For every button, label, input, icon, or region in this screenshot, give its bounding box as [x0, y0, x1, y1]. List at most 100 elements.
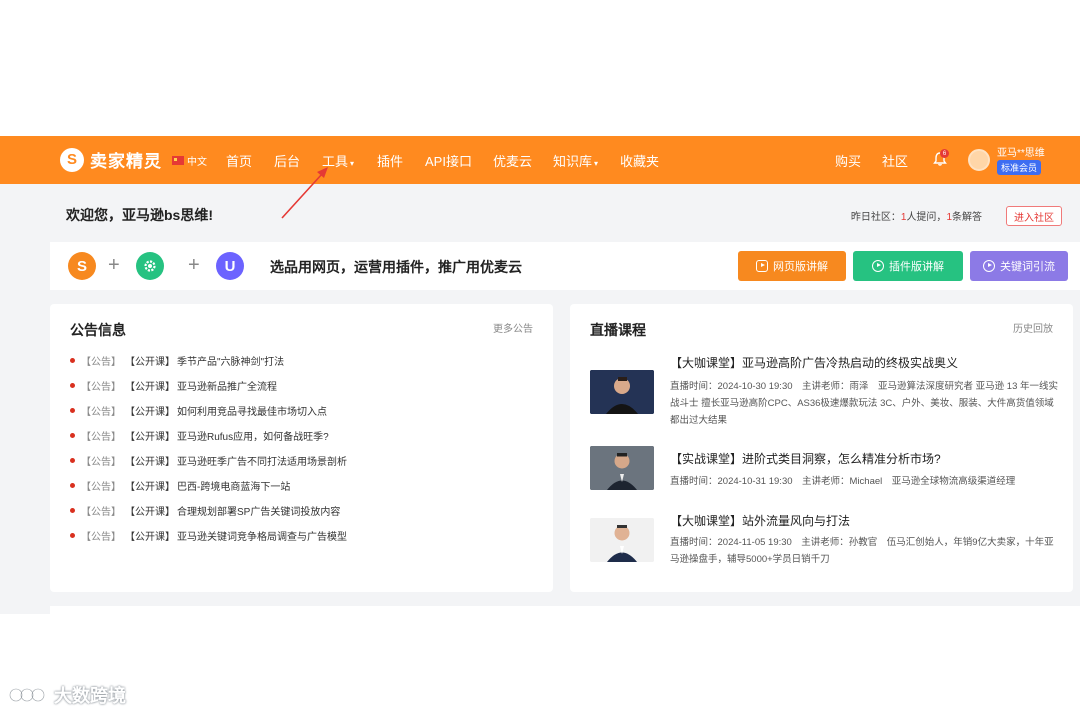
lecturer-photo	[590, 446, 654, 490]
bullet-icon	[70, 458, 75, 463]
announcement-tag: 【公告】	[81, 357, 121, 368]
nav-item-buy[interactable]: 购买	[835, 151, 861, 170]
top-nav: S 卖家精灵 中文 首页 后台 工具 ▾ 插件 API接口 优麦云 知识库 ▾ 收藏…	[0, 136, 1080, 184]
announcement-text: 季节产品"六脉神剑"打法	[177, 357, 285, 368]
play-circle-icon	[983, 260, 995, 272]
keyword-traffic-label: 关键词引流	[1000, 261, 1055, 273]
announcement-category: 【公开课】	[125, 482, 175, 493]
china-flag-icon	[172, 156, 184, 165]
bottom-panel-edge	[50, 606, 1080, 614]
plugin-gear-icon	[136, 252, 164, 280]
announcement-tag: 【公告】	[81, 432, 121, 443]
list-item[interactable]: 【公告】 【公开课】 巴西-跨境电商蓝海下一站	[70, 473, 347, 498]
language-switch[interactable]: 中文	[172, 153, 207, 168]
course-item[interactable]: 【大咖课堂】亚马逊高阶广告冷热启动的终极实战奥义 直播时间：2024-10-30…	[590, 354, 1058, 434]
membership-badge: 标准会员	[997, 160, 1042, 175]
welcome-text: 欢迎您，亚马逊bs思维!	[66, 207, 213, 223]
plus-icon: +	[108, 254, 120, 276]
user-name[interactable]: 亚马**思维	[997, 144, 1045, 159]
announcements-card: 公告信息 更多公告 【公告】 【公开课】 季节产品"六脉神剑"打法 【公告】 【公开课…	[50, 304, 553, 592]
bullet-icon	[70, 383, 75, 388]
plugin-tutorial-button[interactable]: 插件版讲解	[853, 251, 963, 281]
announcement-list: 【公告】 【公开课】 季节产品"六脉神剑"打法 【公告】 【公开课】 亚马逊新品推广全流…	[70, 348, 347, 548]
community-stats-label: 昨日社区：	[850, 212, 901, 223]
person-photo-icon	[590, 518, 654, 562]
screenshot-region: S 卖家精灵 中文 首页 后台 工具 ▾ 插件 API接口 优麦云 知识库 ▾ 收藏…	[0, 136, 1080, 614]
announcement-text: 亚马逊Rufus应用，如何备战旺季?	[177, 432, 329, 443]
announcement-text: 亚马逊旺季广告不同打法适用场景剖析	[177, 457, 347, 468]
nav-item-favorites[interactable]: 收藏夹	[620, 151, 659, 170]
list-item[interactable]: 【公告】 【公开课】 合理规划部署SP广告关键词投放内容	[70, 498, 347, 523]
list-item[interactable]: 【公告】 【公开课】 亚马逊新品推广全流程	[70, 373, 347, 398]
course-meta: 直播时间：2024-11-05 19:30 主讲老师：孙教官 伍马汇创始人，年销…	[670, 537, 1054, 565]
course-title: 【大咖课堂】亚马逊高阶广告冷热启动的终极实战奥义	[670, 356, 959, 370]
live-courses-card: 直播课程 历史回放 【大咖课堂】亚马逊高阶广告冷热启动的终极实战奥义 直播时间：…	[570, 304, 1073, 592]
announcement-text: 亚马逊新品推广全流程	[177, 382, 277, 393]
live-courses-title: 直播课程	[590, 322, 646, 338]
announcement-text: 亚马逊关键词竞争格局调查与广告模型	[177, 532, 347, 543]
announcement-category: 【公开课】	[125, 507, 175, 518]
gear-icon	[144, 260, 156, 272]
announcement-text: 如何利用竞品寻找最佳市场切入点	[177, 407, 327, 418]
watermark-text: 大数跨境	[54, 686, 126, 706]
more-announcements-link[interactable]: 更多公告	[493, 320, 533, 335]
logo-icon: S	[60, 147, 84, 172]
course-title: 【实战课堂】进阶式类目洞察，怎么精准分析市场?	[670, 452, 941, 466]
chevron-down-icon: ▾	[350, 159, 355, 168]
page: S 卖家精灵 中文 首页 后台 工具 ▾ 插件 API接口 优麦云 知识库 ▾ 收藏…	[0, 0, 1080, 718]
nav-item-community[interactable]: 社区	[882, 151, 908, 170]
course-item[interactable]: 【大咖课堂】站外流量风向与打法 直播时间：2024-11-05 19:30 主讲…	[590, 512, 1054, 582]
keyword-traffic-button[interactable]: 关键词引流	[970, 251, 1068, 281]
enter-community-button[interactable]: 进入社区	[1006, 206, 1062, 226]
list-item[interactable]: 【公告】 【公开课】 亚马逊Rufus应用，如何备战旺季?	[70, 423, 347, 448]
nav-item-backend[interactable]: 后台	[274, 151, 300, 170]
course-title: 【大咖课堂】站外流量风向与打法	[670, 514, 851, 528]
lecturer-photo	[590, 370, 654, 414]
list-item[interactable]: 【公告】 【公开课】 亚马逊旺季广告不同打法适用场景剖析	[70, 448, 347, 473]
announcement-tag: 【公告】	[81, 382, 121, 393]
play-circle-icon	[872, 260, 884, 272]
welcome-bar: 欢迎您，亚马逊bs思维! 昨日社区：1人提问，1条解答 进入社区	[50, 192, 1070, 238]
plus-icon: +	[188, 254, 200, 276]
history-replay-link[interactable]: 历史回放	[1013, 320, 1053, 335]
course-meta: 直播时间：2024-10-30 19:30 主讲老师：雨泽 亚马逊算法深度研究者…	[670, 381, 1058, 426]
web-tutorial-button[interactable]: 网页版讲解	[738, 251, 846, 281]
announcement-category: 【公开课】	[125, 532, 175, 543]
tools-bar: S + + U 选品用网页，运营用插件，推广用优麦云 网页版讲解 插件版讲解 关…	[50, 242, 1080, 290]
bullet-icon	[70, 408, 75, 413]
nav-item-youmaiyun[interactable]: 优麦云	[493, 151, 532, 170]
language-label: 中文	[187, 157, 207, 168]
announcements-title: 公告信息	[70, 322, 126, 338]
nav-item-knowledge[interactable]: 知识库 ▾	[553, 151, 598, 170]
web-tutorial-label: 网页版讲解	[773, 261, 828, 273]
logo[interactable]: S 卖家精灵	[60, 147, 162, 172]
list-item[interactable]: 【公告】 【公开课】 亚马逊关键词竞争格局调查与广告模型	[70, 523, 347, 548]
announcement-category: 【公开课】	[125, 457, 175, 468]
lecturer-photo	[590, 518, 654, 562]
bullet-icon	[70, 433, 75, 438]
bullet-icon	[70, 508, 75, 513]
watermark-logo-icon	[8, 687, 46, 703]
sellersprite-logo-icon: S	[68, 252, 96, 280]
nav-item-plugin[interactable]: 插件	[377, 151, 403, 170]
list-item[interactable]: 【公告】 【公开课】 季节产品"六脉神剑"打法	[70, 348, 347, 373]
person-photo-icon	[590, 370, 654, 414]
course-item[interactable]: 【实战课堂】进阶式类目洞察，怎么精准分析市场? 直播时间：2024-10-31 …	[590, 446, 1040, 496]
tools-slogan: 选品用网页，运营用插件，推广用优麦云	[270, 259, 522, 275]
nav-item-api[interactable]: API接口	[425, 151, 472, 170]
chevron-down-icon: ▾	[594, 159, 599, 168]
announcement-category: 【公开课】	[125, 382, 175, 393]
announcement-tag: 【公告】	[81, 507, 121, 518]
list-item[interactable]: 【公告】 【公开课】 如何利用竞品寻找最佳市场切入点	[70, 398, 347, 423]
avatar[interactable]	[968, 149, 990, 171]
nav-item-home[interactable]: 首页	[226, 151, 252, 170]
person-photo-icon	[590, 446, 654, 490]
community-stats: 昨日社区：1人提问，1条解答	[851, 208, 982, 223]
bullet-icon	[70, 358, 75, 363]
announcement-category: 【公开课】	[125, 357, 175, 368]
nav-item-tools[interactable]: 工具 ▾	[322, 151, 354, 170]
logo-text: 卖家精灵	[90, 152, 162, 171]
announcement-tag: 【公告】	[81, 482, 121, 493]
nav-item-tools-label: 工具	[322, 154, 349, 169]
video-play-icon	[756, 260, 768, 272]
